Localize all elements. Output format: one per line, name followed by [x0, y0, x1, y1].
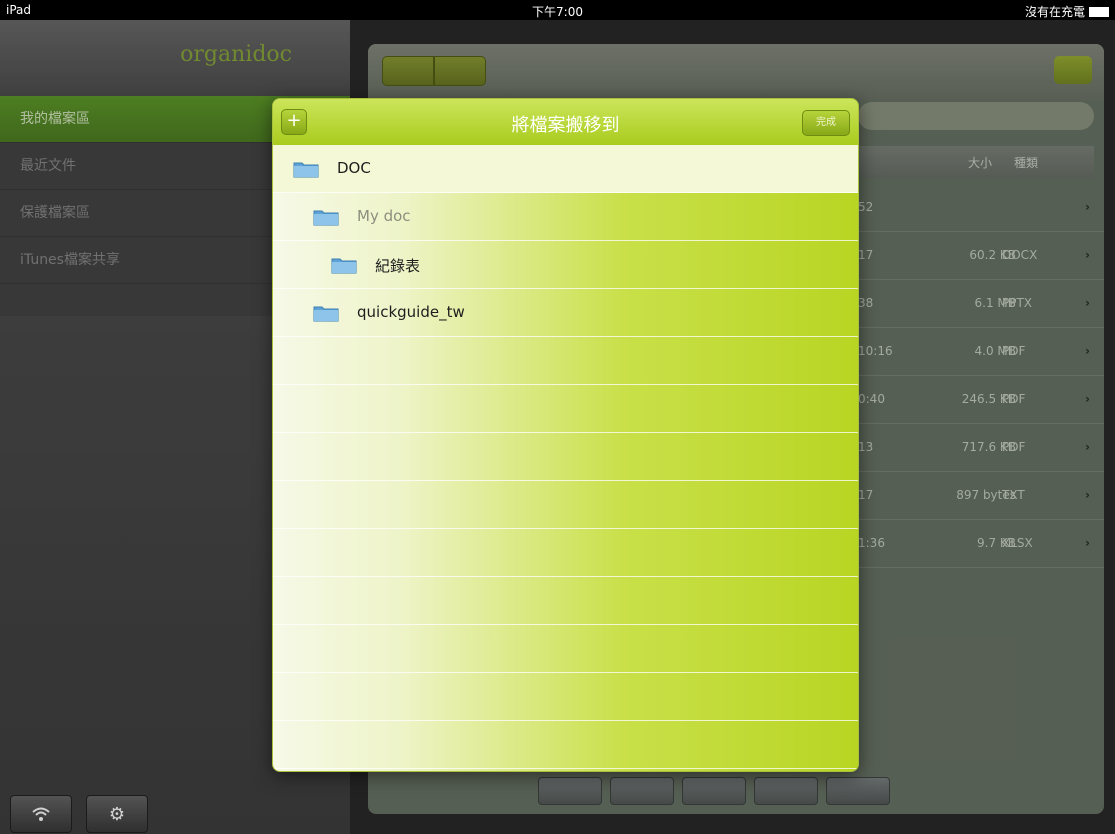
- battery-status: 沒有在充電: [1025, 3, 1109, 20]
- folder-row-my-doc[interactable]: My doc: [273, 193, 858, 241]
- folder-row-doc[interactable]: DOC: [273, 145, 858, 193]
- empty-row: [273, 673, 858, 721]
- charging-label: 沒有在充電: [1024, 5, 1085, 19]
- empty-row: [273, 481, 858, 529]
- battery-icon: [1089, 6, 1109, 17]
- empty-row: [273, 577, 858, 625]
- status-bar: iPad 下午7:00 沒有在充電: [0, 0, 1115, 20]
- folder-icon: [331, 258, 357, 274]
- folder-label: DOC: [337, 159, 371, 177]
- move-file-popover: + 將檔案搬移到 完成 DOC My doc 紀錄表 quickguide_tw: [272, 98, 859, 772]
- empty-row: [273, 433, 858, 481]
- status-time: 下午7:00: [532, 5, 583, 19]
- folder-list: DOC My doc 紀錄表 quickguide_tw: [273, 145, 858, 771]
- empty-row: [273, 385, 858, 433]
- popover-title: 將檔案搬移到: [511, 115, 620, 136]
- folder-label: 紀錄表: [375, 257, 421, 275]
- folder-icon: [313, 210, 339, 226]
- folder-icon: [313, 306, 339, 322]
- empty-row: [273, 721, 858, 769]
- empty-row: [273, 769, 858, 771]
- empty-row: [273, 625, 858, 673]
- folder-row-quickguide[interactable]: quickguide_tw: [273, 289, 858, 337]
- empty-row: [273, 337, 858, 385]
- done-button[interactable]: 完成: [802, 110, 850, 136]
- folder-label: My doc: [357, 207, 411, 225]
- empty-row: [273, 529, 858, 577]
- folder-row-record-sheet[interactable]: 紀錄表: [273, 241, 858, 289]
- folder-label: quickguide_tw: [357, 303, 465, 321]
- folder-icon: [293, 162, 319, 178]
- popover-header: + 將檔案搬移到 完成: [273, 99, 858, 145]
